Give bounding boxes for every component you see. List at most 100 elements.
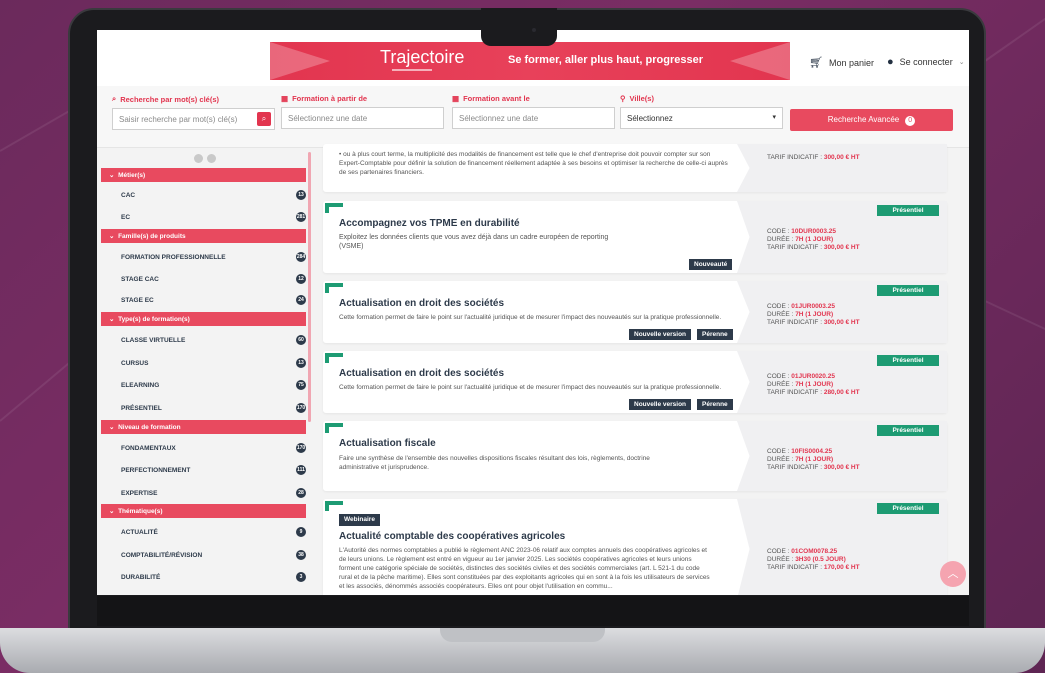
user-icon: ●: [887, 56, 894, 68]
keyword-label: ⌕ Recherche par mot(s) clé(s): [112, 94, 219, 104]
banner-right-art: [730, 42, 790, 80]
mode-badge: Présentiel: [877, 425, 939, 436]
course-title[interactable]: Actualisation en droit des sociétés: [339, 298, 504, 309]
date-from-input[interactable]: Sélectionnez une date: [281, 107, 444, 129]
chevron-down-icon: ⌄: [109, 233, 115, 240]
course-description: Cette formation permet de faire le point…: [339, 384, 722, 391]
city-label: ⚲ Ville(s): [620, 94, 654, 103]
calendar-icon: ▦: [281, 94, 289, 103]
badge-nouvelle-version: Nouvelle version: [629, 329, 692, 340]
chevron-down-icon: ⌄: [109, 172, 115, 179]
date-before-input[interactable]: Sélectionnez une date: [452, 107, 615, 129]
scroll-to-top-button[interactable]: ︿: [940, 561, 966, 587]
cart-link[interactable]: 🛒︎ Mon panier: [809, 56, 874, 69]
filter-item-formation-pro[interactable]: FORMATION PROFESSIONNELLE 284: [121, 252, 306, 262]
badge-perenne: Pérenne: [697, 399, 733, 410]
count-badge: 9: [296, 527, 306, 537]
date-before-group: ▦ Formation avant le Sélectionnez une dat…: [452, 94, 615, 129]
advanced-search-button[interactable]: Recherche Avancée 0: [790, 109, 953, 131]
camera-icon: [532, 28, 536, 32]
chevron-down-icon: ▾: [772, 114, 776, 121]
banner-left-art: [270, 42, 330, 80]
results-list: • ou à plus court terme, la multiplicité…: [317, 144, 969, 595]
filter-item-elearning[interactable]: ELEARNING 75: [121, 380, 306, 390]
login-label: Se connecter: [899, 57, 953, 67]
brand-banner[interactable]: Trajectoire Se former, aller plus haut, …: [270, 42, 790, 80]
course-description: Cette formation permet de faire le point…: [339, 314, 722, 321]
course-card[interactable]: Actualisation en droit des sociétés Cett…: [323, 351, 947, 413]
course-description: L'Autorité des normes comptables a publi…: [339, 547, 710, 590]
card-corner-mark: [325, 283, 343, 293]
count-badge: 111: [296, 465, 306, 475]
browser-screen: Trajectoire Se former, aller plus haut, …: [97, 30, 969, 595]
sidebar-scrollbar[interactable]: [308, 152, 311, 422]
course-description: Faire une synthèse de l'ensemble des nou…: [339, 455, 650, 471]
search-button[interactable]: ⌕: [257, 112, 271, 126]
collapse-controls: [194, 154, 216, 163]
count-badge: 75: [296, 380, 306, 390]
count-badge: 3: [296, 572, 306, 582]
mode-badge: Présentiel: [877, 355, 939, 366]
badge-nouvelle-version: Nouvelle version: [629, 399, 692, 410]
course-card[interactable]: • ou à plus court terme, la multiplicité…: [323, 144, 947, 192]
search-bar: ⌕ Recherche par mot(s) clé(s) Saisir rech…: [97, 86, 969, 148]
chevron-up-icon: ︿: [947, 568, 959, 580]
camera-notch: [481, 8, 557, 46]
course-title[interactable]: Actualisation fiscale: [339, 438, 436, 449]
count-badge: 12: [296, 274, 306, 284]
date-before-label: ▦ Formation avant le: [452, 94, 530, 103]
course-info-panel: [737, 144, 947, 192]
mode-badge: Présentiel: [877, 285, 939, 296]
filter-item-classe-virtuelle[interactable]: CLASSE VIRTUELLE 60: [121, 335, 306, 345]
filter-item-ec[interactable]: EC 281: [121, 212, 306, 222]
location-pin-icon: ⚲: [620, 94, 626, 103]
background-line: [984, 14, 1045, 62]
count-badge: 170: [296, 443, 306, 453]
brand-tagline: Se former, aller plus haut, progresser: [508, 54, 704, 66]
filter-category-thematique[interactable]: ⌄ Thématique(s): [101, 504, 306, 518]
filter-item-cac[interactable]: CAC 13: [121, 190, 306, 200]
card-corner-mark: [325, 203, 343, 213]
filter-category-famille[interactable]: ⌄ Famille(s) de produits: [101, 229, 306, 243]
course-card[interactable]: Webinaire Actualité comptable des coopér…: [323, 499, 947, 595]
screen-bottom-bezel: [97, 596, 969, 626]
brand-logo: Trajectoire: [380, 47, 465, 67]
chevron-down-icon: ⌄: [109, 316, 115, 323]
filter-item-cursus[interactable]: CURSUS 13: [121, 358, 306, 368]
course-meta: CODE : 01COM0078.25 DURÉE : 3H30 (0.5 JO…: [767, 548, 860, 571]
filter-category-type[interactable]: ⌄ Type(s) de formation(s): [101, 312, 306, 326]
city-select[interactable]: Sélectionnez ▾: [620, 107, 783, 129]
count-badge: 284: [296, 252, 306, 262]
login-link[interactable]: ● Se connecter ⌄: [887, 56, 965, 68]
filter-item-perfectionnement[interactable]: PERFECTIONNEMENT 111: [121, 465, 306, 475]
count-badge: 60: [296, 335, 306, 345]
course-card[interactable]: Accompagnez vos TPME en durabilité Explo…: [323, 201, 947, 273]
mode-badge: Présentiel: [877, 205, 939, 216]
advanced-search-count: 0: [905, 116, 916, 126]
brand-underline: [392, 69, 432, 71]
course-description: Exploitez les données clients que vous a…: [339, 234, 609, 250]
filter-item-stage-cac[interactable]: STAGE CAC 12: [121, 274, 306, 284]
filter-category-metier[interactable]: ⌄ Métier(s): [101, 168, 306, 182]
course-card[interactable]: Actualisation fiscale Faire une synthèse…: [323, 421, 947, 491]
filter-item-stage-ec[interactable]: STAGE EC 24: [121, 295, 306, 305]
filter-item-comptabilite[interactable]: COMPTABILITÉ/RÉVISION 38: [121, 550, 306, 560]
count-badge: 13: [296, 190, 306, 200]
filter-item-expertise[interactable]: EXPERTISE 28: [121, 488, 306, 498]
badge-perenne: Pérenne: [697, 329, 733, 340]
filter-item-actualite[interactable]: ACTUALITÉ 9: [121, 527, 306, 537]
course-title[interactable]: Actualisation en droit des sociétés: [339, 368, 504, 379]
course-description: • ou à plus court terme, la multiplicité…: [339, 151, 728, 176]
card-corner-mark: [325, 501, 343, 511]
filter-item-presentiel[interactable]: PRÉSENTIEL 170: [121, 403, 306, 413]
filter-category-niveau[interactable]: ⌄ Niveau de formation: [101, 420, 306, 434]
course-title[interactable]: Actualité comptable des coopératives agr…: [339, 531, 565, 542]
keyword-search-input[interactable]: Saisir recherche par mot(s) clé(s) ⌕: [112, 108, 275, 130]
filter-item-durabilite[interactable]: DURABILITÉ 3: [121, 572, 306, 582]
collapse-up-icon[interactable]: [194, 154, 203, 163]
collapse-down-icon[interactable]: [207, 154, 216, 163]
filter-item-fondamentaux[interactable]: FONDAMENTAUX 170: [121, 443, 306, 453]
course-card[interactable]: Actualisation en droit des sociétés Cett…: [323, 281, 947, 343]
course-title[interactable]: Accompagnez vos TPME en durabilité: [339, 218, 520, 229]
course-meta: CODE : 10DUR0003.25 DURÉE : 7H (1 JOUR) …: [767, 228, 860, 251]
